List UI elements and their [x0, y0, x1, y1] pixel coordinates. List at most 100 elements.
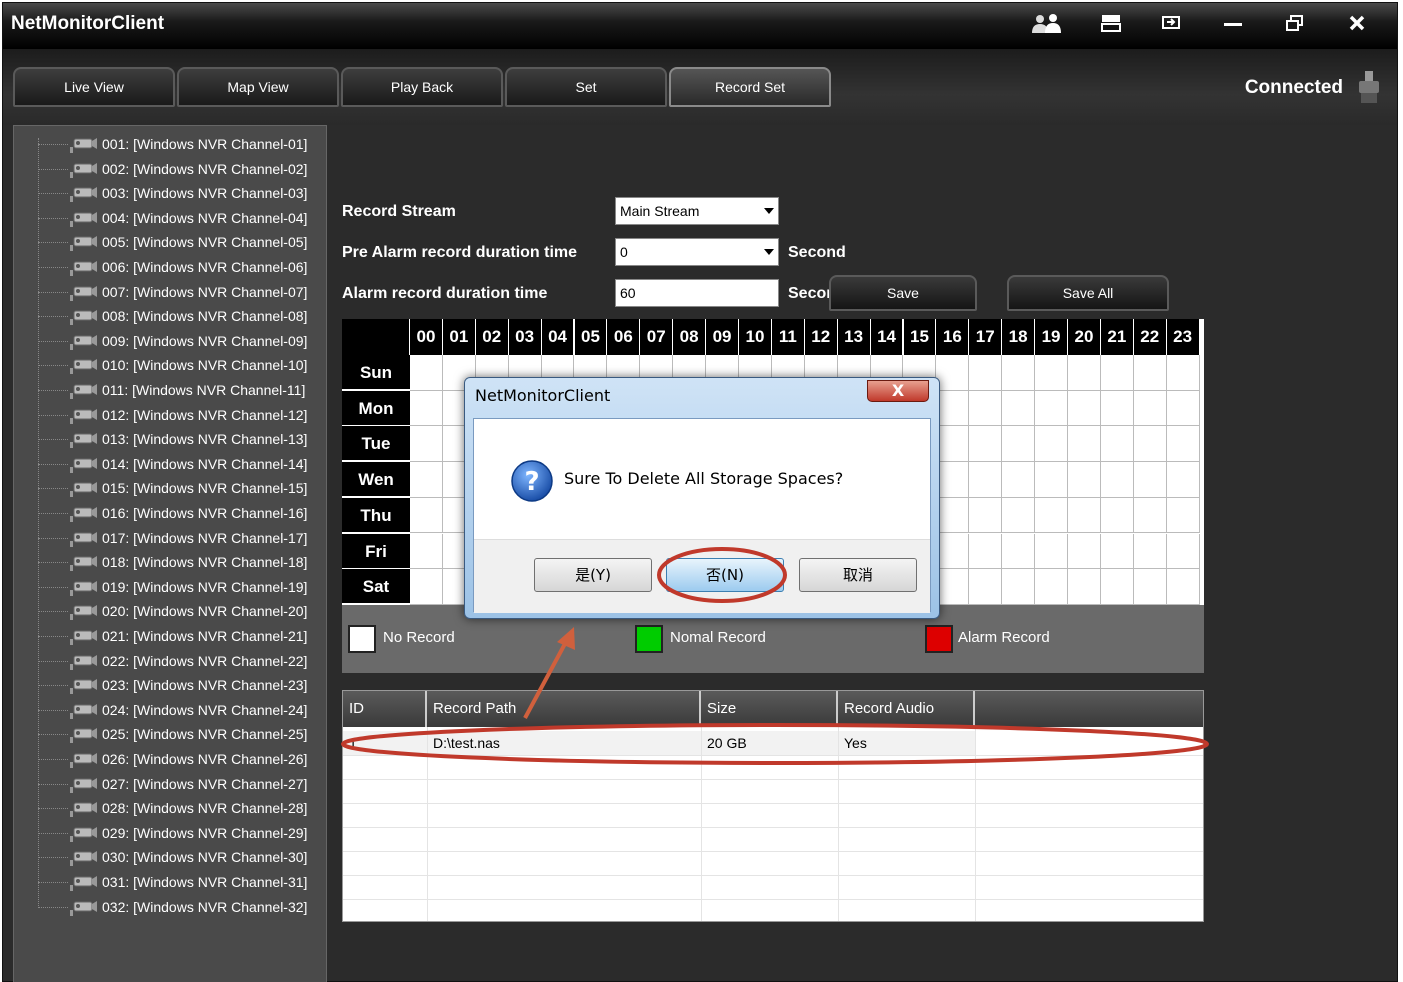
schedule-cell[interactable] — [410, 497, 443, 534]
hour-header[interactable]: 02 — [475, 319, 509, 355]
schedule-cell[interactable] — [1166, 355, 1200, 391]
schedule-cell[interactable] — [1100, 355, 1134, 391]
schedule-cell[interactable] — [936, 355, 970, 391]
schedule-cell[interactable] — [1002, 497, 1036, 534]
channel-item[interactable]: 008: [Windows NVR Channel-08] — [14, 304, 326, 328]
schedule-cell[interactable] — [1035, 355, 1068, 391]
hour-header[interactable]: 17 — [969, 319, 1003, 355]
schedule-cell[interactable] — [1133, 355, 1167, 391]
channel-item[interactable]: 023: [Windows NVR Channel-23] — [14, 673, 326, 697]
channel-item[interactable]: 009: [Windows NVR Channel-09] — [14, 329, 326, 353]
hour-header[interactable]: 14 — [870, 319, 904, 355]
schedule-cell[interactable] — [1100, 390, 1134, 427]
schedule-cell[interactable] — [1068, 355, 1101, 391]
schedule-cell[interactable] — [1133, 497, 1167, 534]
channel-item[interactable]: 018: [Windows NVR Channel-18] — [14, 550, 326, 574]
hour-header[interactable]: 12 — [804, 319, 838, 355]
schedule-cell[interactable] — [936, 390, 970, 427]
channel-item[interactable]: 017: [Windows NVR Channel-17] — [14, 526, 326, 550]
channel-item[interactable]: 019: [Windows NVR Channel-19] — [14, 575, 326, 599]
schedule-cell[interactable] — [1035, 569, 1068, 605]
hour-header[interactable]: 16 — [936, 319, 970, 355]
schedule-cell[interactable] — [1100, 533, 1134, 570]
hour-header[interactable]: 08 — [673, 319, 707, 355]
channel-item[interactable]: 016: [Windows NVR Channel-16] — [14, 501, 326, 525]
schedule-cell[interactable] — [1133, 426, 1167, 463]
hour-header[interactable]: 06 — [607, 319, 641, 355]
schedule-cell[interactable] — [1002, 355, 1036, 391]
schedule-cell[interactable] — [1100, 569, 1134, 605]
hour-header[interactable]: 00 — [410, 319, 443, 355]
schedule-cell[interactable] — [1068, 462, 1101, 498]
day-label[interactable]: Thu — [342, 497, 410, 533]
dialog-close-button[interactable]: X — [867, 380, 929, 402]
channel-item[interactable]: 029: [Windows NVR Channel-29] — [14, 821, 326, 845]
alarm-duration-input[interactable]: 60 — [615, 279, 779, 307]
channel-item[interactable]: 011: [Windows NVR Channel-11] — [14, 378, 326, 402]
schedule-cell[interactable] — [969, 497, 1003, 534]
day-label[interactable]: Tue — [342, 426, 410, 462]
cancel-button[interactable]: 取消 — [799, 558, 917, 592]
channel-item[interactable]: 006: [Windows NVR Channel-06] — [14, 255, 326, 279]
schedule-cell[interactable] — [1035, 390, 1068, 427]
schedule-cell[interactable] — [936, 426, 970, 463]
schedule-cell[interactable] — [1166, 390, 1200, 427]
channel-item[interactable]: 015: [Windows NVR Channel-15] — [14, 476, 326, 500]
hour-header[interactable]: 21 — [1100, 319, 1134, 355]
schedule-cell[interactable] — [1068, 426, 1101, 463]
schedule-cell[interactable] — [410, 533, 443, 570]
channel-item[interactable]: 003: [Windows NVR Channel-03] — [14, 181, 326, 205]
schedule-cell[interactable] — [969, 390, 1003, 427]
channel-item[interactable]: 001: [Windows NVR Channel-01] — [14, 132, 326, 156]
channel-item[interactable]: 025: [Windows NVR Channel-25] — [14, 722, 326, 746]
channel-item[interactable]: 021: [Windows NVR Channel-21] — [14, 624, 326, 648]
channel-item[interactable]: 032: [Windows NVR Channel-32] — [14, 895, 326, 919]
schedule-cell[interactable] — [1100, 426, 1134, 463]
schedule-cell[interactable] — [936, 533, 970, 570]
channel-item[interactable]: 013: [Windows NVR Channel-13] — [14, 427, 326, 451]
schedule-cell[interactable] — [936, 569, 970, 605]
column-header-record-audio[interactable]: Record Audio — [838, 691, 975, 727]
hour-header[interactable]: 13 — [837, 319, 871, 355]
schedule-cell[interactable] — [410, 355, 443, 391]
channel-item[interactable]: 012: [Windows NVR Channel-12] — [14, 403, 326, 427]
channel-item[interactable]: 010: [Windows NVR Channel-10] — [14, 353, 326, 377]
channel-item[interactable]: 020: [Windows NVR Channel-20] — [14, 599, 326, 623]
column-header-size[interactable]: Size — [701, 691, 838, 727]
day-label[interactable]: Fri — [342, 533, 410, 569]
hour-header[interactable]: 20 — [1068, 319, 1101, 355]
tab-map-view[interactable]: Map View — [177, 67, 339, 107]
tab-record-set[interactable]: Record Set — [669, 67, 831, 107]
day-label[interactable]: Mon — [342, 390, 410, 426]
layout-icon[interactable] — [1091, 13, 1131, 39]
minimize-icon[interactable] — [1213, 13, 1253, 39]
table-row[interactable]: 1 D:\test.nas 20 GB Yes — [343, 731, 975, 755]
users-icon[interactable] — [1027, 13, 1067, 39]
schedule-cell[interactable] — [1068, 533, 1101, 570]
schedule-cell[interactable] — [1002, 533, 1036, 570]
schedule-cell[interactable] — [936, 497, 970, 534]
hour-header[interactable]: 01 — [442, 319, 476, 355]
schedule-cell[interactable] — [969, 569, 1003, 605]
schedule-cell[interactable] — [969, 355, 1003, 391]
schedule-cell[interactable] — [1068, 390, 1101, 427]
schedule-cell[interactable] — [1002, 462, 1036, 498]
tab-play-back[interactable]: Play Back — [341, 67, 503, 107]
schedule-cell[interactable] — [1166, 569, 1200, 605]
hour-header[interactable]: 18 — [1002, 319, 1036, 355]
no-button[interactable]: 否(N) — [666, 558, 784, 592]
channel-item[interactable]: 026: [Windows NVR Channel-26] — [14, 747, 326, 771]
schedule-cell[interactable] — [1133, 462, 1167, 498]
hour-header[interactable]: 22 — [1133, 319, 1167, 355]
pre-alarm-select[interactable]: 0 — [615, 238, 779, 266]
day-label[interactable]: Sun — [342, 355, 410, 390]
channel-item[interactable]: 004: [Windows NVR Channel-04] — [14, 206, 326, 230]
pin-icon[interactable] — [1151, 13, 1191, 39]
channel-item[interactable]: 024: [Windows NVR Channel-24] — [14, 698, 326, 722]
schedule-cell[interactable] — [1002, 569, 1036, 605]
column-header-record-path[interactable]: Record Path — [427, 691, 701, 727]
schedule-cell[interactable] — [1133, 569, 1167, 605]
hour-header[interactable]: 11 — [771, 319, 805, 355]
schedule-cell[interactable] — [969, 462, 1003, 498]
schedule-cell[interactable] — [1068, 497, 1101, 534]
